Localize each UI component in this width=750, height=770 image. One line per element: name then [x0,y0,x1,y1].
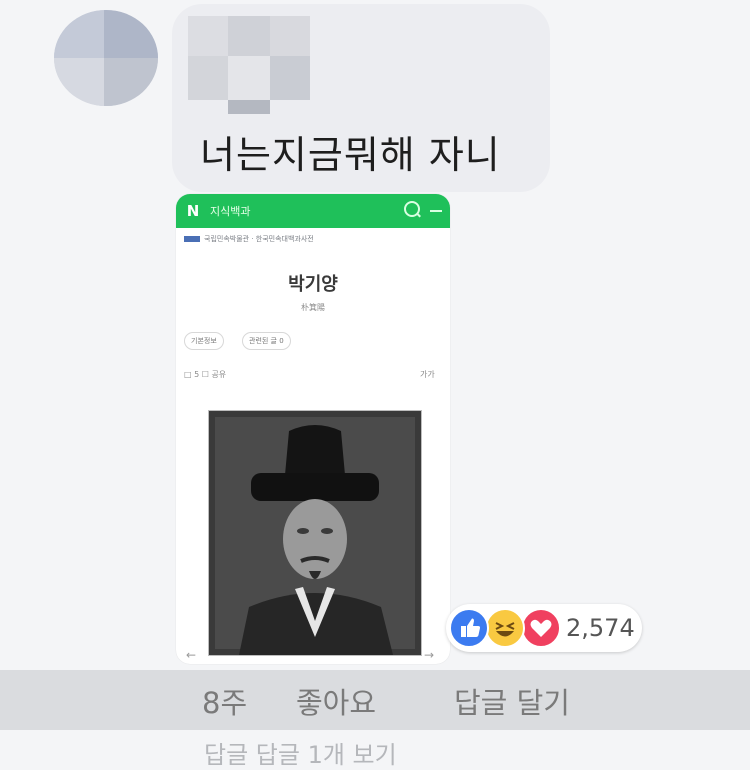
header-title: 지식백과 [210,205,251,218]
minimize-icon [430,210,442,212]
search-icon [404,201,420,217]
attached-screenshot-image[interactable]: N 지식백과 국립민속박물관 · 한국민속대백과사전 박기양 朴箕陽 기본정보 … [176,194,450,664]
source-line: 국립민속박물관 · 한국민속대백과사전 [184,234,314,244]
tag-pill: 기본정보 [184,332,224,350]
haha-icon [485,608,525,648]
view-replies-link[interactable]: 답글 답글 1개 보기 [204,735,397,770]
naver-logo-icon: N [186,202,200,220]
reply-button[interactable]: 답글 달기 [454,680,570,722]
portrait-photo [208,410,422,656]
like-button[interactable]: 좋아요 [296,680,376,722]
commenter-avatar[interactable] [54,10,158,106]
entry-toolbar: □ 5 ☐ 공유 [184,370,227,379]
love-icon [521,608,561,648]
entry-hanja: 朴箕陽 [301,303,325,312]
next-arrow-icon: → [424,648,435,662]
prev-arrow-icon: ← [186,648,197,662]
font-size-control: 가가 [420,370,435,379]
reaction-count: 2,574 [566,614,635,642]
comment-timestamp: 8주 [202,686,248,720]
entry-title: 박기양 [288,274,338,295]
tag-pill: 관련된 글 0 [242,332,291,350]
source-text: 국립민속박물관 · 한국민속대백과사전 [204,235,314,243]
portrait-illustration [209,411,421,655]
like-icon [449,608,489,648]
commenter-name-blurred[interactable] [188,16,310,114]
publisher-logo-icon [184,236,200,242]
comment-text: 너는지금뭐해 자니 [200,133,501,177]
